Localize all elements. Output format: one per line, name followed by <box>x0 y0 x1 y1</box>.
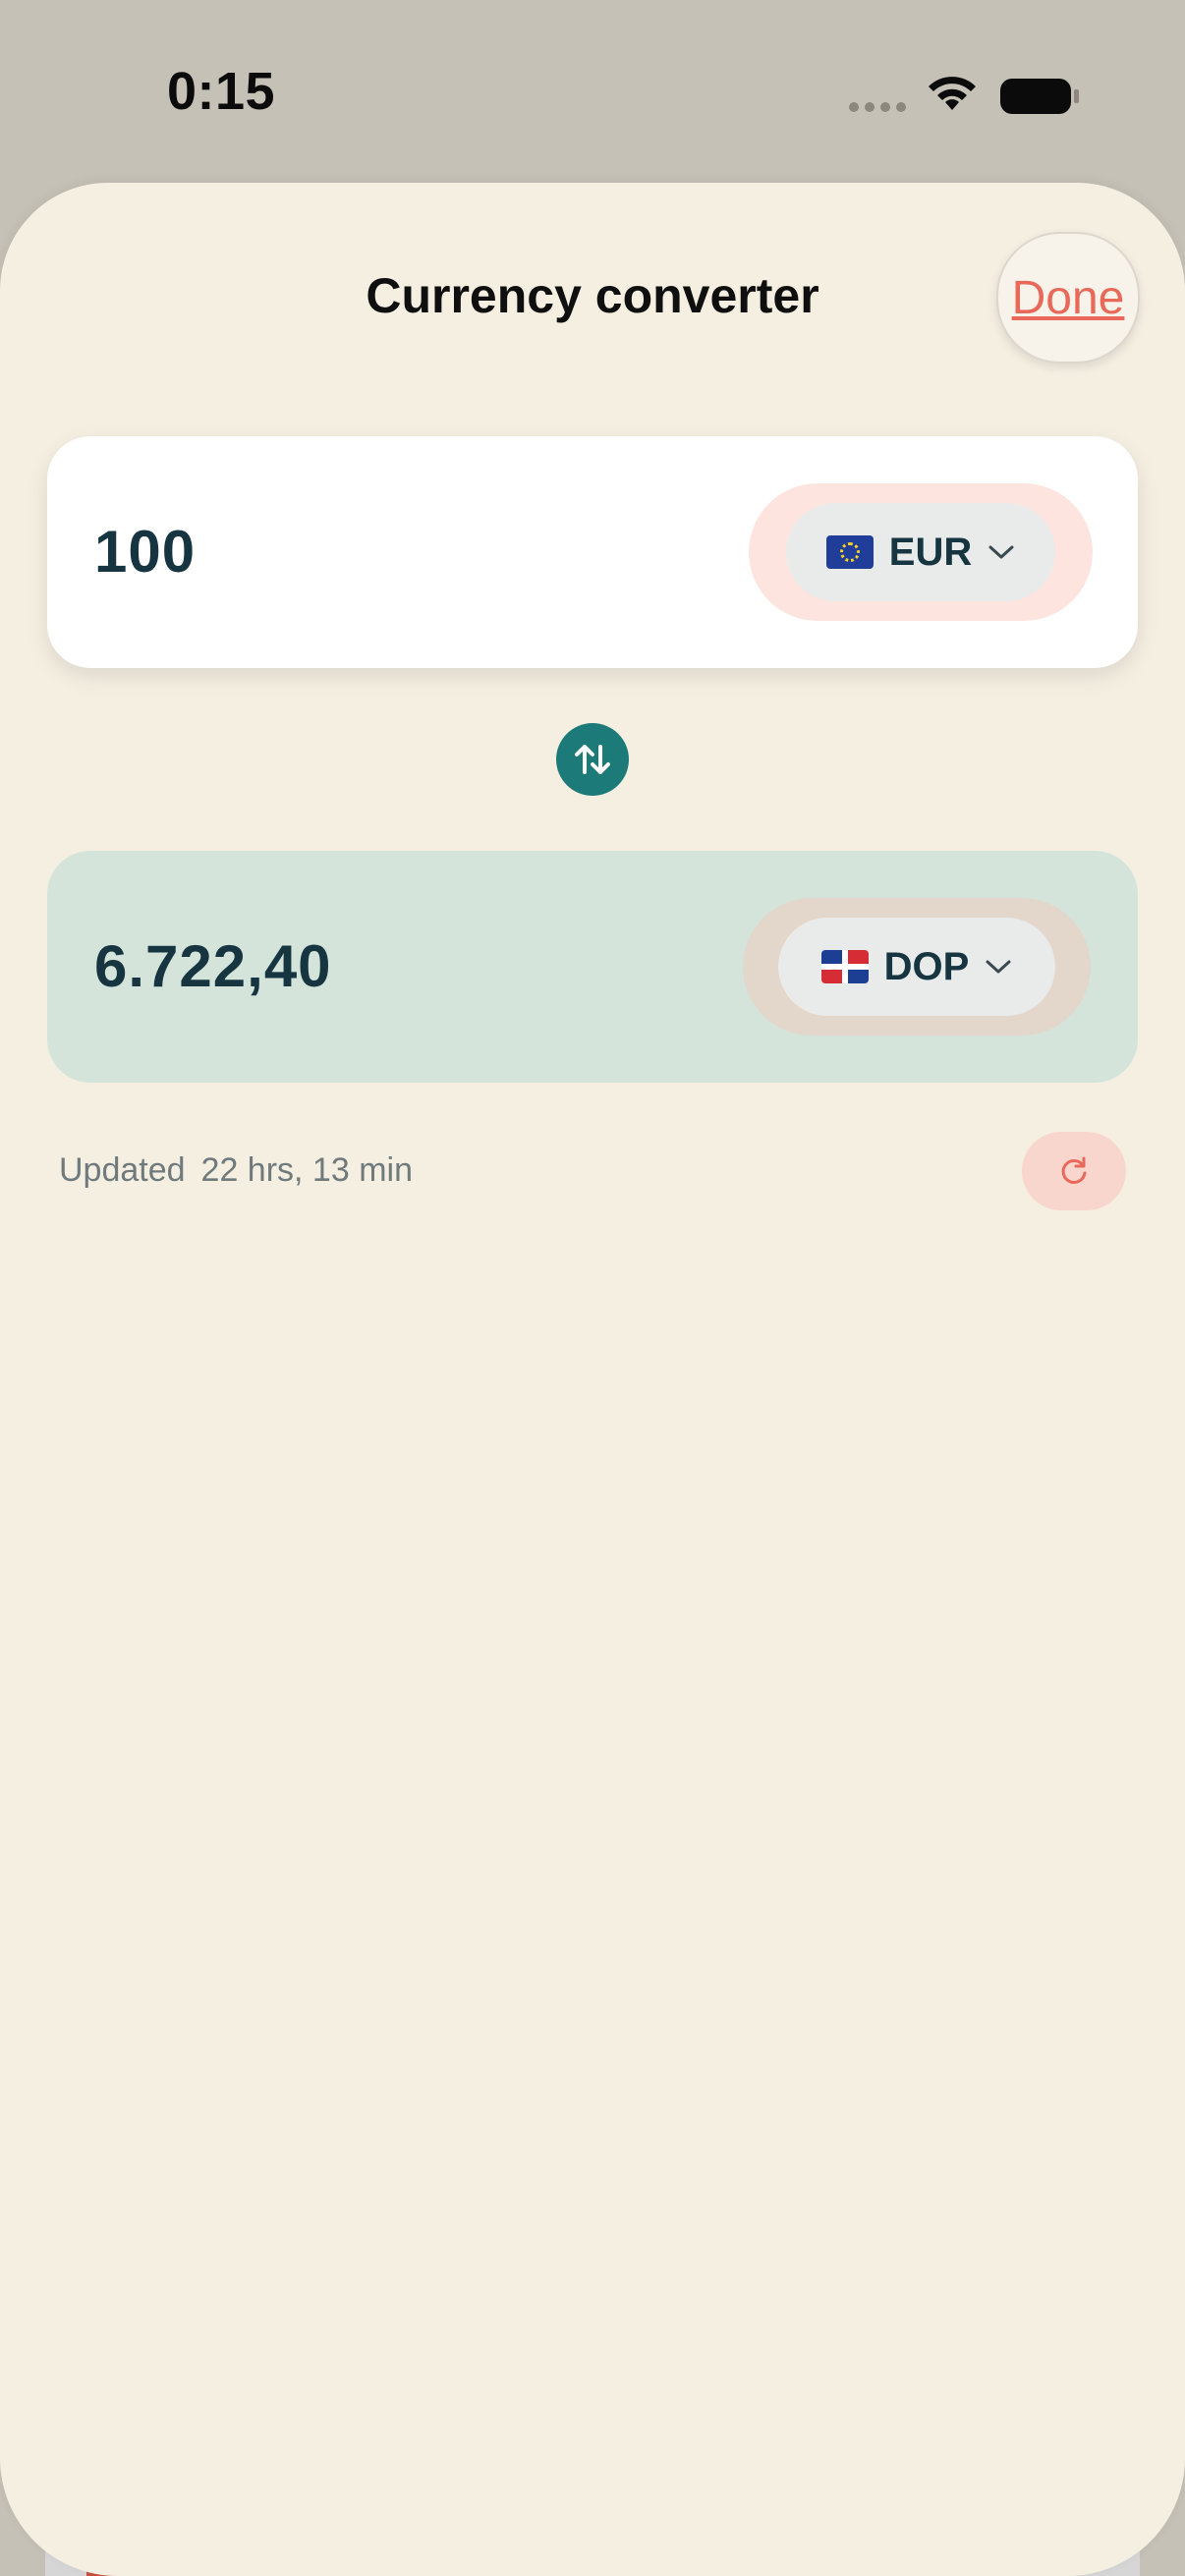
from-currency-picker-halo: EUR <box>749 483 1093 621</box>
battery-icon <box>1000 79 1079 114</box>
to-amount-card: 6.722,40 DOP <box>47 851 1138 1083</box>
updated-ago: 22 hrs, 13 min <box>200 1151 413 1189</box>
done-button[interactable]: Done <box>996 232 1140 364</box>
from-currency-picker[interactable]: EUR <box>786 503 1055 601</box>
to-currency-code: DOP <box>883 944 970 988</box>
app-screen: 0:15 Currency converter Done 100 EUR 6.7… <box>0 0 1185 2576</box>
to-currency-picker-halo: DOP <box>743 898 1091 1036</box>
swap-vertical-icon <box>575 745 610 774</box>
status-time: 0:15 <box>167 62 276 121</box>
wifi-icon <box>929 77 976 110</box>
from-currency-code: EUR <box>888 530 973 574</box>
refresh-icon <box>1061 1156 1087 1184</box>
chevron-down-icon <box>988 545 1014 559</box>
from-amount-card[interactable]: 100 EUR <box>47 436 1138 668</box>
dominican-republic-flag-icon <box>820 950 869 983</box>
to-currency-picker[interactable]: DOP <box>778 918 1055 1016</box>
cellular-dots-icon <box>849 102 906 112</box>
from-amount-input[interactable]: 100 <box>94 436 196 668</box>
eu-flag-icon <box>825 535 874 569</box>
refresh-button[interactable] <box>1022 1132 1126 1210</box>
swap-button[interactable] <box>556 723 629 796</box>
updated-label: Updated <box>59 1151 186 1189</box>
chevron-down-icon <box>986 960 1011 974</box>
rates-updated-text: Updated 22 hrs, 13 min <box>59 1151 413 1190</box>
to-amount-value: 6.722,40 <box>94 933 332 999</box>
